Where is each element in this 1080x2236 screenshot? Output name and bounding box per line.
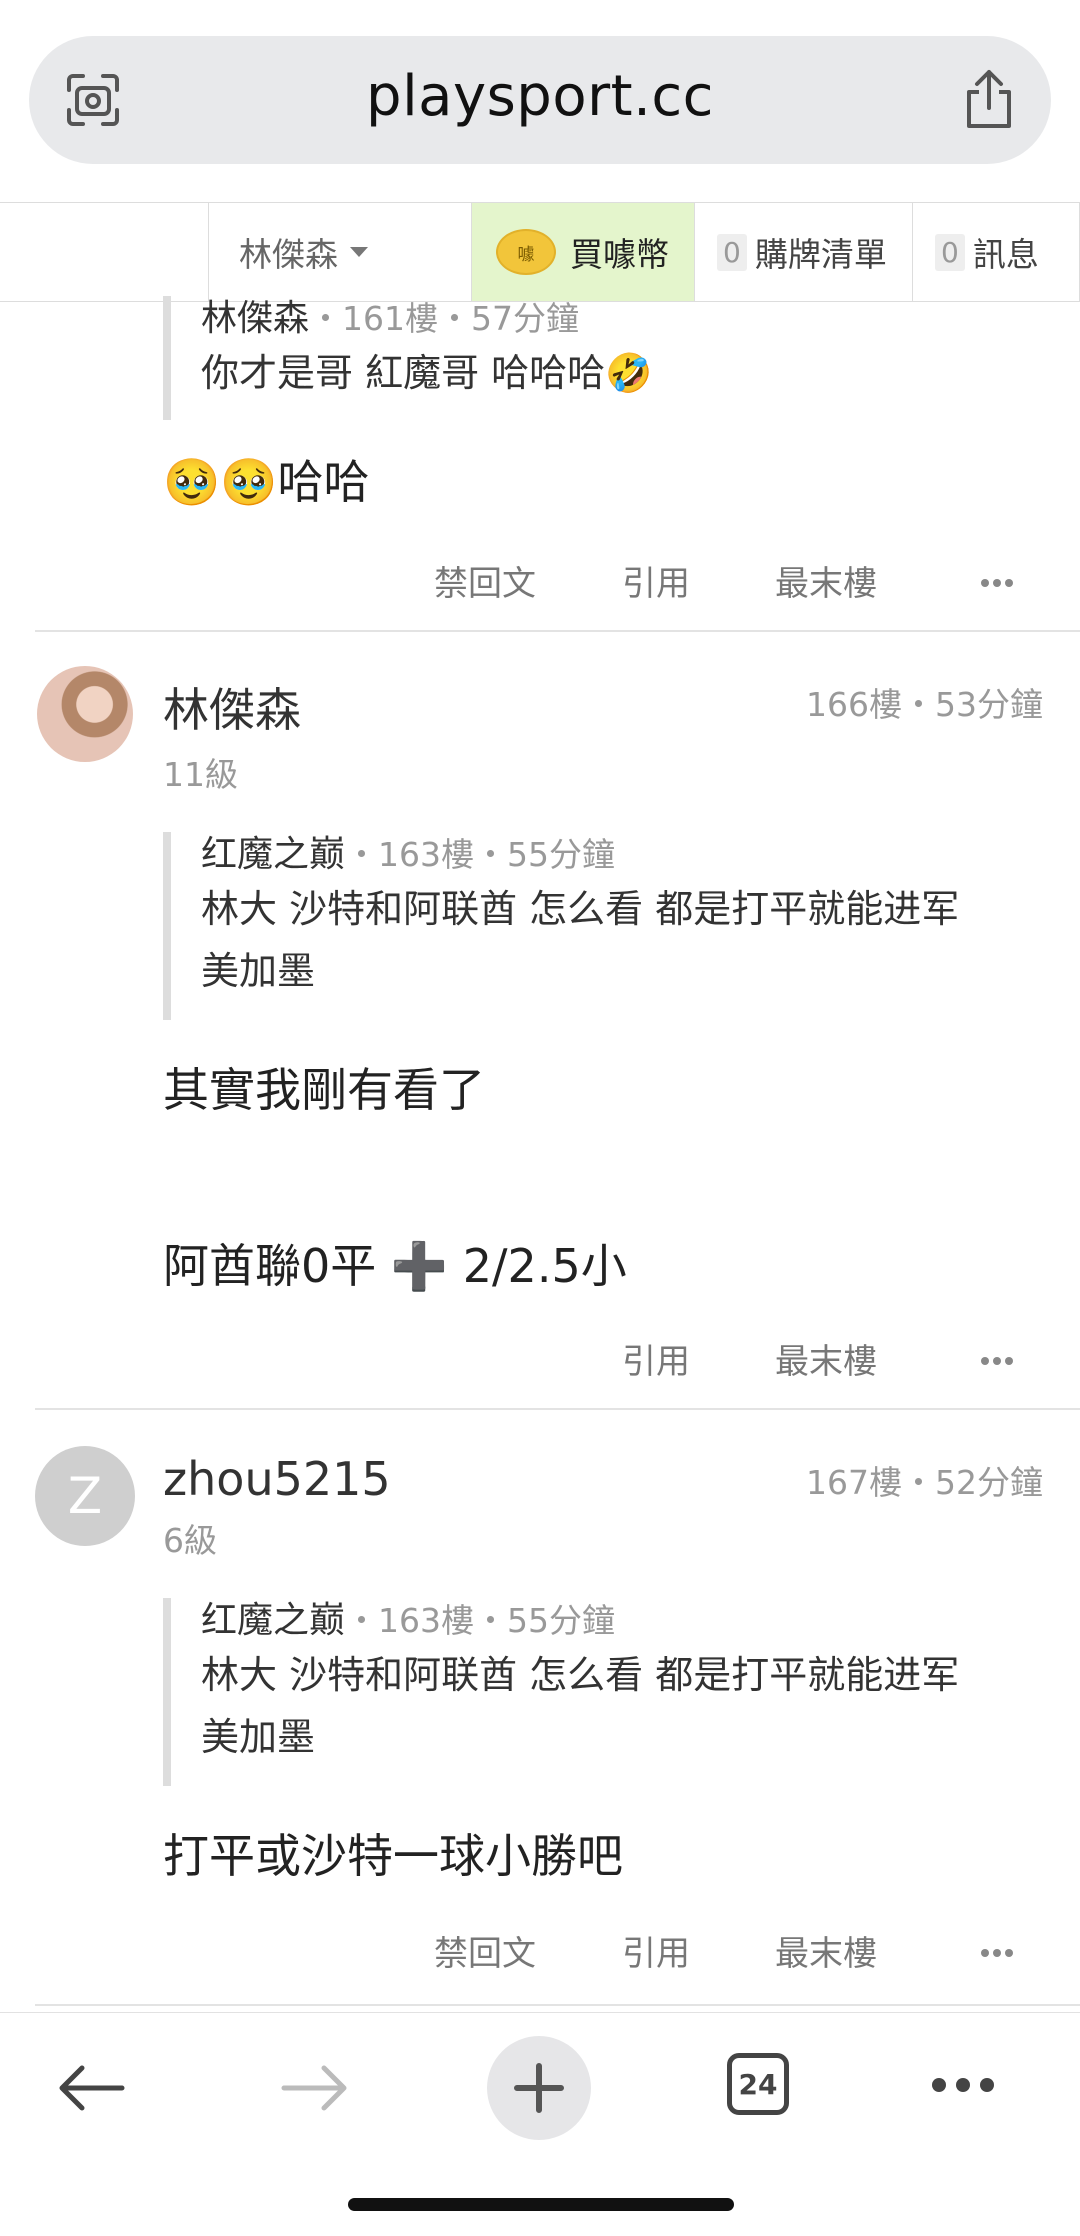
quote-meta: ・161樓・57分鐘 — [309, 299, 579, 338]
last-floor-button[interactable]: 最末樓 — [775, 556, 877, 605]
coin-icon: 噱 — [496, 229, 556, 275]
avatar[interactable] — [37, 666, 133, 762]
post-author[interactable]: zhou5215 — [163, 1452, 391, 1506]
message-label: 訊息 — [972, 235, 1039, 274]
caret-down-icon — [350, 247, 368, 257]
post-quote: 红魔之巅・163樓・55分鐘 林大 沙特和阿联酋 怎么看 都是打平就能进军 美加… — [163, 832, 959, 1020]
message-count: 0 — [935, 233, 965, 271]
post-body: 打平或沙特一球小勝吧 — [163, 1829, 623, 1883]
post-meta: 166樓・53分鐘 — [806, 685, 1043, 724]
url-host[interactable]: playsport.cc — [29, 64, 1051, 129]
last-floor-button[interactable]: 最末樓 — [775, 1926, 877, 1975]
quote-text: 你才是哥 紅魔哥 哈哈哈🤣 — [201, 351, 653, 395]
quote-button[interactable]: 引用 — [622, 1926, 690, 1975]
last-floor-button[interactable]: 最末樓 — [775, 1334, 877, 1383]
ban-reply-button[interactable]: 禁回文 — [434, 1926, 536, 1975]
user-menu-label: 林傑森 — [239, 235, 338, 274]
quote-meta: ・163樓・55分鐘 — [345, 835, 615, 874]
cart-link[interactable]: 0 購牌清單 — [694, 203, 912, 301]
url-bar[interactable]: playsport.cc — [29, 36, 1051, 164]
quote-author[interactable]: 林傑森 — [201, 298, 309, 339]
ban-reply-button[interactable]: 禁回文 — [434, 556, 536, 605]
quote-header: 林傑森・161樓・57分鐘 — [201, 296, 652, 342]
user-level: 6級 — [163, 1521, 217, 1560]
tabs-button[interactable]: 24 — [727, 2053, 789, 2115]
post-quote: 红魔之巅・163樓・55分鐘 林大 沙特和阿联酋 怎么看 都是打平就能进军 美加… — [163, 1598, 959, 1786]
quote-author[interactable]: 红魔之巅 — [201, 1600, 345, 1641]
post-divider — [35, 2004, 1080, 2006]
user-menu[interactable]: 林傑森 — [208, 203, 472, 301]
post-divider — [35, 1408, 1080, 1410]
user-level: 11級 — [163, 755, 238, 794]
post-meta: 167樓・52分鐘 — [806, 1463, 1043, 1502]
quote-author[interactable]: 红魔之巅 — [201, 834, 345, 875]
quote-text-line2: 美加墨 — [201, 949, 316, 993]
more-options-icon[interactable] — [981, 1350, 1021, 1365]
cart-label: 購牌清單 — [754, 235, 887, 274]
quote-text-line1: 林大 沙特和阿联酋 怎么看 都是打平就能进军 — [201, 887, 960, 931]
home-indicator[interactable] — [348, 2198, 734, 2211]
quote-header: 红魔之巅・163樓・55分鐘 — [201, 1598, 959, 1644]
more-icon[interactable] — [932, 2077, 1002, 2093]
buy-coin-button[interactable]: 噱 買噱幣 — [471, 203, 694, 301]
quote-text-line1: 林大 沙特和阿联酋 怎么看 都是打平就能进军 — [201, 1653, 960, 1697]
post-body: 🥹🥹哈哈 — [163, 455, 370, 509]
quote-button[interactable]: 引用 — [622, 1334, 690, 1383]
cart-count: 0 — [717, 233, 747, 271]
quote-meta: ・163樓・55分鐘 — [345, 1601, 615, 1640]
post-quote: 林傑森・161樓・57分鐘 你才是哥 紅魔哥 哈哈哈🤣 — [163, 296, 652, 420]
site-nav: 林傑森 噱 買噱幣 0 購牌清單 0 訊息 — [0, 202, 1080, 302]
plus-icon — [514, 2063, 564, 2113]
post-body-line1: 其實我剛有看了 — [163, 1063, 485, 1117]
post-divider — [35, 630, 1080, 632]
quote-button[interactable]: 引用 — [622, 556, 690, 605]
more-options-icon[interactable] — [981, 572, 1021, 587]
tab-count: 24 — [738, 2067, 778, 2101]
post-author[interactable]: 林傑森 — [163, 674, 301, 740]
forward-arrow-icon[interactable] — [280, 2063, 350, 2113]
back-arrow-icon[interactable] — [56, 2063, 126, 2113]
avatar-letter: Z — [67, 1467, 103, 1525]
share-icon[interactable] — [959, 66, 1019, 132]
quote-header: 红魔之巅・163樓・55分鐘 — [201, 832, 959, 878]
post-body-line2: 阿酋聯0平 ➕ 2/2.5小 — [163, 1239, 627, 1293]
quote-text-line2: 美加墨 — [201, 1715, 316, 1759]
new-tab-button[interactable] — [487, 2036, 591, 2140]
message-link[interactable]: 0 訊息 — [912, 203, 1080, 301]
buy-coin-label: 買噱幣 — [570, 235, 669, 274]
more-options-icon[interactable] — [981, 1942, 1021, 1957]
avatar[interactable]: Z — [35, 1446, 135, 1546]
